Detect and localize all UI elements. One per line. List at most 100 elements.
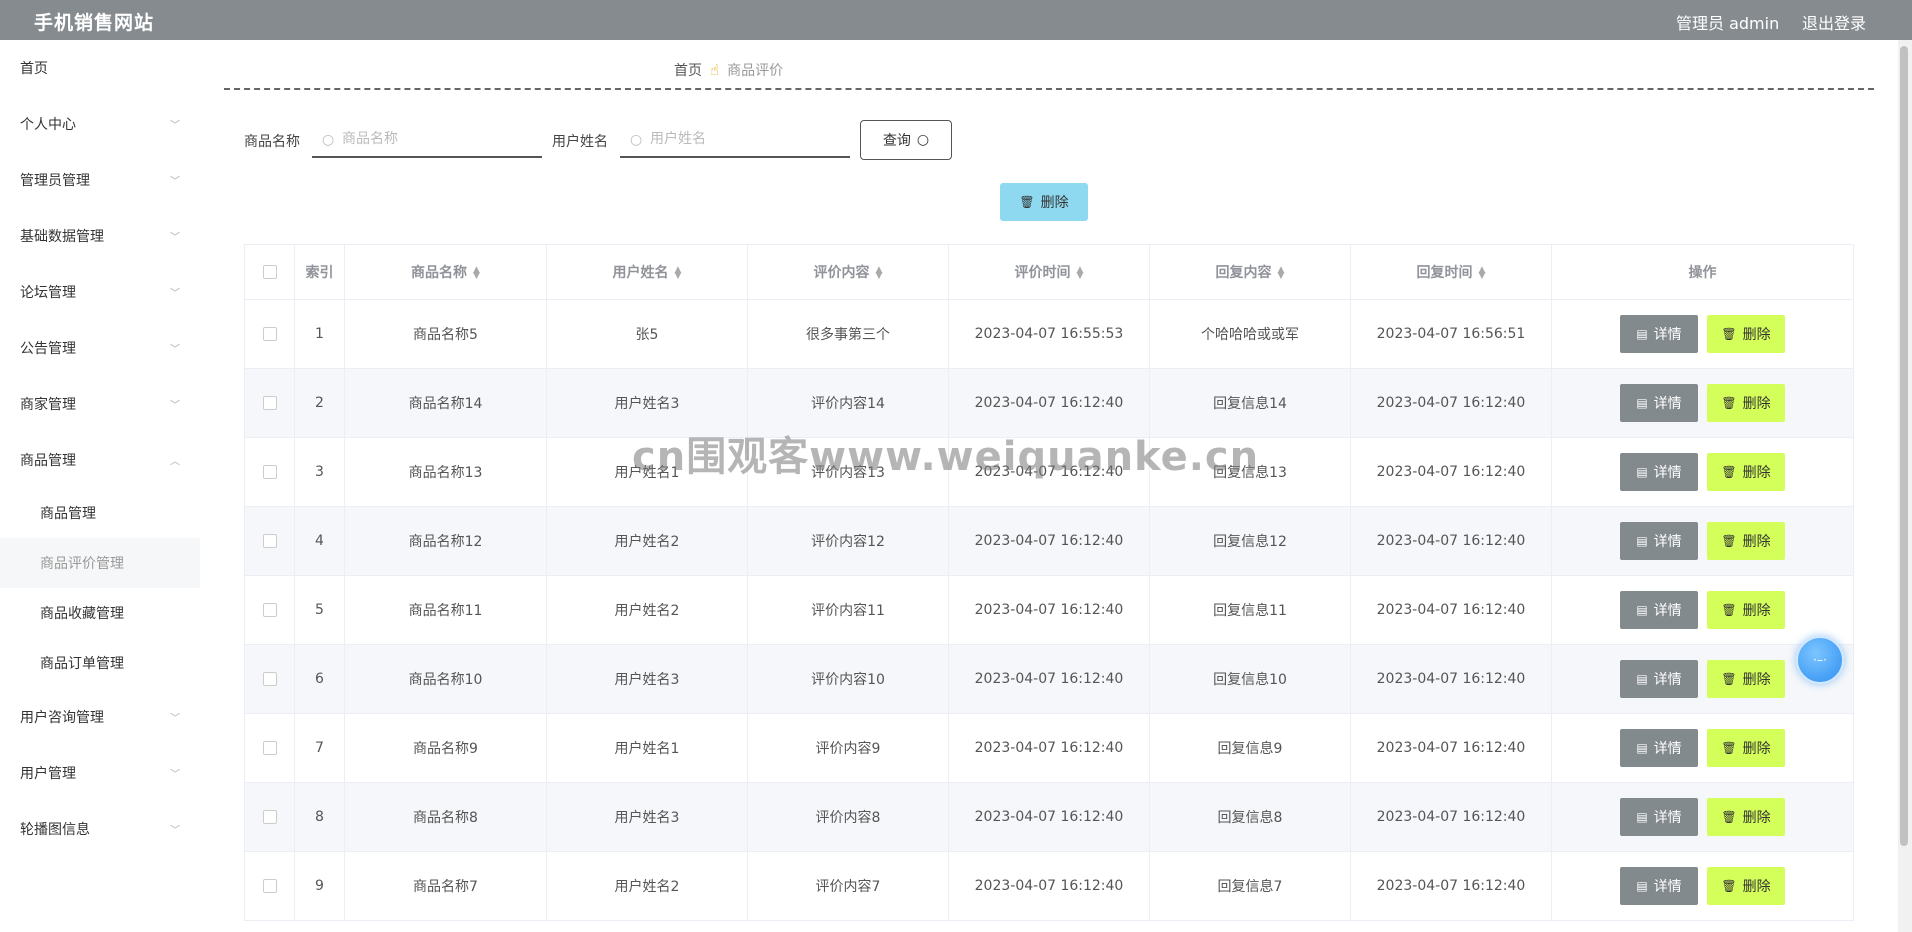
delete-button[interactable]: 🗑 删除: [1707, 867, 1785, 905]
sidebar-item-personal-center[interactable]: 个人中心 ﹀: [0, 96, 200, 152]
delete-button[interactable]: 🗑 删除: [1707, 591, 1785, 629]
row-actions: ▤ 详情 🗑 删除: [1552, 798, 1853, 836]
sidebar-subitem-product-orders[interactable]: 商品订单管理: [0, 638, 200, 688]
detail-button[interactable]: ▤ 详情: [1620, 315, 1698, 353]
trash-icon: 🗑: [1019, 195, 1035, 209]
detail-button[interactable]: ▤ 详情: [1620, 660, 1698, 698]
chevron-down-icon: ﹀: [170, 825, 180, 837]
row-checkbox[interactable]: [262, 465, 277, 479]
detail-button[interactable]: ▤ 详情: [1620, 384, 1698, 422]
sort-icon[interactable]: ▲ ▼: [473, 266, 480, 281]
batch-delete-button[interactable]: 🗑 删除: [1000, 183, 1088, 221]
column-header-content[interactable]: 评价内容 ▲ ▼: [747, 244, 949, 300]
cell-reply-time: 2023-04-07 16:12:40: [1350, 368, 1552, 438]
breadcrumb-current: 商品评价: [727, 63, 784, 79]
detail-button[interactable]: ▤ 详情: [1620, 453, 1698, 491]
sidebar-subitem-label: 商品管理: [40, 506, 96, 522]
delete-button[interactable]: 🗑 删除: [1707, 660, 1785, 698]
delete-button[interactable]: 🗑 删除: [1707, 384, 1785, 422]
row-checkbox[interactable]: [262, 534, 277, 548]
query-button[interactable]: 查询 ○: [860, 120, 952, 160]
sidebar-subitem-product-reviews[interactable]: 商品评价管理: [0, 538, 200, 588]
column-header-reply-time[interactable]: 回复时间 ▲ ▼: [1350, 244, 1552, 300]
cell-product-name: 商品名称12: [344, 506, 547, 576]
top-header: 手机销售网站 管理员 admin 退出登录: [0, 0, 1912, 40]
scrollbar-thumb[interactable]: [1900, 46, 1908, 846]
chevron-down-icon: ﹀: [170, 288, 180, 300]
sort-icon[interactable]: ▲ ▼: [1479, 266, 1486, 281]
product-name-input[interactable]: [312, 122, 542, 158]
sidebar-item-user-consult[interactable]: 用户咨询管理 ﹀: [0, 689, 200, 745]
column-header-product[interactable]: 商品名称 ▲ ▼: [344, 244, 547, 300]
cell-reply-content: 回复信息14: [1149, 368, 1351, 438]
floating-assistant-button[interactable]: ·–·: [1796, 636, 1844, 684]
breadcrumb-home[interactable]: 首页: [674, 60, 702, 80]
user-name-input[interactable]: [620, 122, 850, 158]
row-actions-cell: ▤ 详情 🗑 删除: [1551, 506, 1854, 576]
delete-button[interactable]: 🗑 删除: [1707, 315, 1785, 353]
row-checkbox[interactable]: [262, 603, 277, 617]
cell-review-content: 评价内容13: [747, 437, 949, 507]
row-checkbox[interactable]: [262, 879, 277, 893]
delete-button-label: 删除: [1742, 672, 1771, 688]
row-select-cell: [244, 299, 295, 369]
document-icon: ▤: [1636, 810, 1648, 824]
cell-product-name: 商品名称13: [344, 437, 547, 507]
sidebar-item-products[interactable]: 商品管理 ︿: [0, 432, 200, 488]
sort-icon[interactable]: ▲ ▼: [1278, 266, 1285, 281]
sidebar: 首页 个人中心 ﹀ 管理员管理 ﹀ 基础数据管理 ﹀ 论坛管理 ﹀ 公告管理 ﹀…: [0, 40, 200, 932]
sidebar-item-home[interactable]: 首页: [0, 40, 200, 96]
cell-index: 8: [294, 782, 345, 852]
select-all-checkbox[interactable]: [262, 265, 277, 279]
search-icon: ○: [916, 132, 930, 148]
delete-button[interactable]: 🗑 删除: [1707, 453, 1785, 491]
detail-button[interactable]: ▤ 详情: [1620, 729, 1698, 767]
detail-button[interactable]: ▤ 详情: [1620, 522, 1698, 560]
row-select-cell: [244, 575, 295, 645]
cell-user-name: 用户姓名3: [546, 782, 748, 852]
delete-button[interactable]: 🗑 删除: [1707, 798, 1785, 836]
sidebar-item-carousel[interactable]: 轮播图信息 ﹀: [0, 801, 200, 857]
chevron-down-icon: ﹀: [170, 344, 180, 356]
sidebar-item-users[interactable]: 用户管理 ﹀: [0, 745, 200, 801]
sidebar-subitem-product-management[interactable]: 商品管理: [0, 488, 200, 538]
document-icon: ▤: [1636, 327, 1648, 341]
row-checkbox[interactable]: [262, 672, 277, 686]
detail-button[interactable]: ▤ 详情: [1620, 798, 1698, 836]
column-header-time[interactable]: 评价时间 ▲ ▼: [948, 244, 1150, 300]
sidebar-subitem-product-favorites[interactable]: 商品收藏管理: [0, 588, 200, 638]
column-header-reply[interactable]: 回复内容 ▲ ▼: [1149, 244, 1351, 300]
sidebar-item-basic-data[interactable]: 基础数据管理 ﹀: [0, 208, 200, 264]
row-checkbox[interactable]: [262, 741, 277, 755]
sidebar-item-admin-management[interactable]: 管理员管理 ﹀: [0, 152, 200, 208]
sidebar-item-merchants[interactable]: 商家管理 ﹀: [0, 376, 200, 432]
detail-button[interactable]: ▤ 详情: [1620, 591, 1698, 629]
row-checkbox[interactable]: [262, 810, 277, 824]
row-actions: ▤ 详情 🗑 删除: [1552, 453, 1853, 491]
hand-pointer-icon: ☝: [710, 61, 720, 79]
row-checkbox[interactable]: [262, 327, 277, 341]
row-actions: ▤ 详情 🗑 删除: [1552, 729, 1853, 767]
column-header-user[interactable]: 用户姓名 ▲ ▼: [546, 244, 748, 300]
detail-button[interactable]: ▤ 详情: [1620, 867, 1698, 905]
logout-link[interactable]: 退出登录: [1802, 10, 1866, 34]
cell-user-name: 用户姓名1: [546, 437, 748, 507]
table-row: 4 商品名称12 用户姓名2 评价内容12 2023-04-07 16:12:40 回复信…: [244, 506, 1854, 576]
sort-icon[interactable]: ▲ ▼: [1077, 266, 1084, 281]
sort-icon[interactable]: ▲ ▼: [675, 266, 682, 281]
cell-user-name: 用户姓名3: [546, 644, 748, 714]
batch-delete-label: 删除: [1040, 195, 1069, 211]
delete-button[interactable]: 🗑 删除: [1707, 729, 1785, 767]
cell-product-name: 商品名称9: [344, 713, 547, 783]
cell-product-name: 商品名称5: [344, 299, 547, 369]
document-icon: ▤: [1636, 741, 1648, 755]
sidebar-item-forum[interactable]: 论坛管理 ﹀: [0, 264, 200, 320]
sidebar-item-label: 用户管理: [20, 766, 76, 782]
vertical-scrollbar[interactable]: [1898, 40, 1912, 932]
row-checkbox[interactable]: [262, 396, 277, 410]
sidebar-item-announcements[interactable]: 公告管理 ﹀: [0, 320, 200, 376]
cell-index: 2: [294, 368, 345, 438]
sort-icon[interactable]: ▲ ▼: [876, 266, 883, 281]
delete-button[interactable]: 🗑 删除: [1707, 522, 1785, 560]
trash-icon: 🗑: [1721, 327, 1737, 341]
